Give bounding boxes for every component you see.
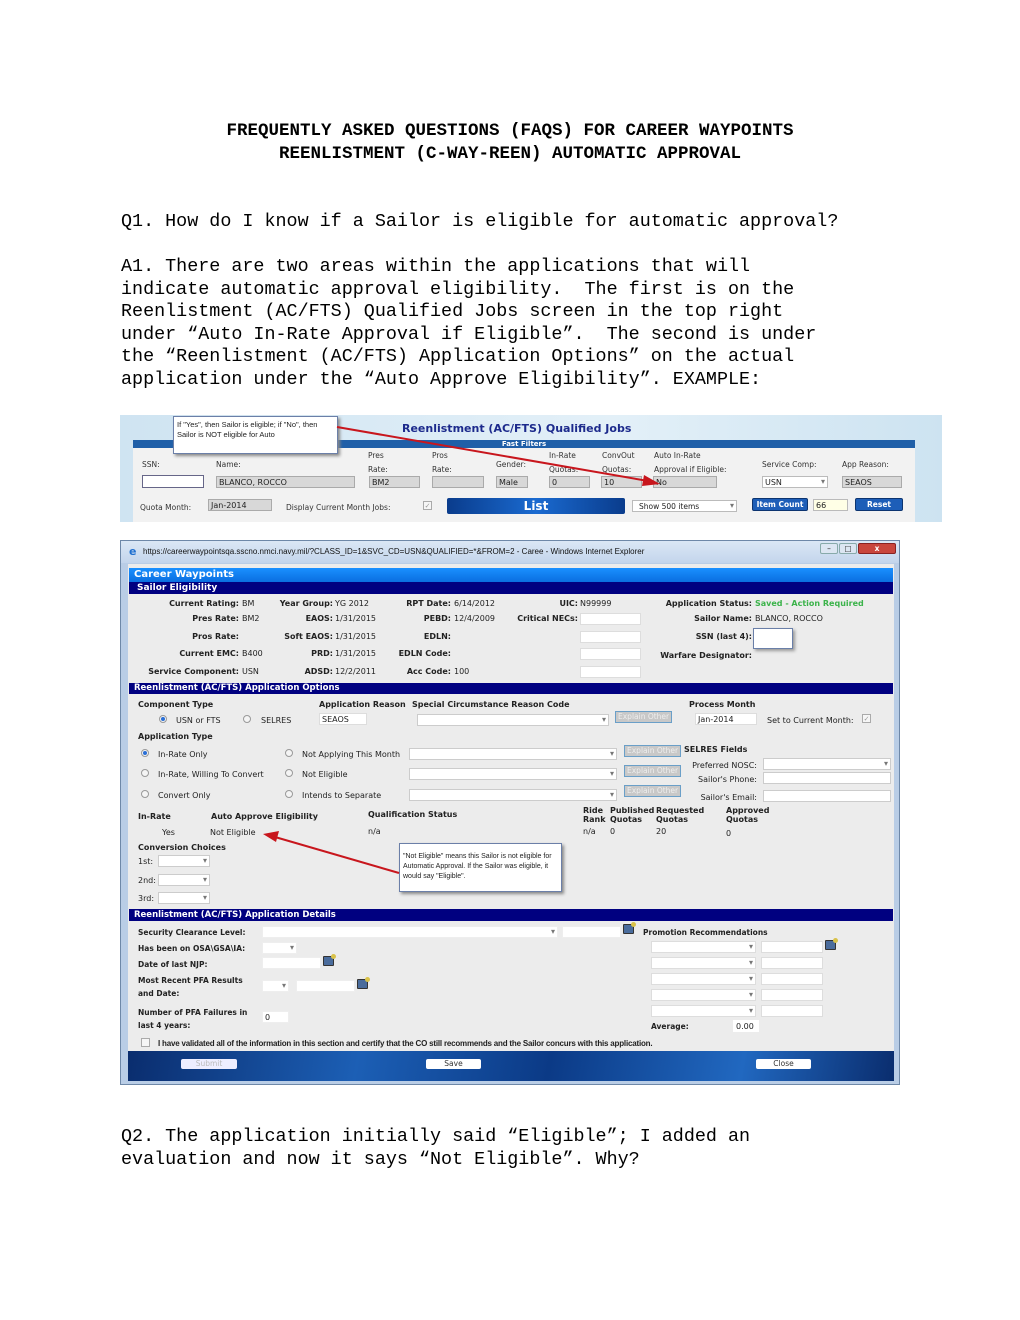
promotion-recommendations-label: Promotion Recommendations (643, 928, 768, 937)
application-details-header: Reenlistment (AC/FTS) Application Detail… (129, 909, 893, 921)
promotion-date-1[interactable] (761, 941, 823, 953)
pfa-failures-label2: last 4 years: (138, 1021, 191, 1030)
promotion-select-3[interactable] (651, 973, 756, 985)
pfa-failures-label: Number of PFA Failures in (138, 1008, 248, 1017)
pfa-results-label2: and Date: (138, 989, 180, 998)
average-value: 0.00 (733, 1020, 759, 1032)
promotion-date-3[interactable] (761, 973, 823, 985)
qualified-jobs-screenshot: Reenlistment (AC/FTS) Qualified Jobs Fas… (120, 415, 942, 522)
calendar-icon[interactable] (323, 954, 336, 966)
promotion-date-4[interactable] (761, 989, 823, 1001)
question-1: Q1. How do I know if a Sailor is eligibl… (121, 211, 839, 232)
pfa-date-input[interactable] (296, 980, 355, 992)
red-arrow-1 (336, 426, 660, 486)
security-clearance-select[interactable] (262, 926, 558, 938)
close-button[interactable]: Close (756, 1059, 811, 1069)
certify-checkbox[interactable] (141, 1038, 150, 1047)
promotion-date-2[interactable] (761, 957, 823, 969)
osa-label: Has been on OSA\GSA\IA: (138, 944, 246, 953)
calendar-icon[interactable] (825, 938, 838, 950)
red-arrow-2 (263, 831, 400, 874)
answer-1: A1. There are two areas within the appli… (121, 256, 817, 390)
submit-button[interactable]: Submit (181, 1059, 237, 1069)
doc-title-line2: REENLISTMENT (C-WAY-REEN) AUTOMATIC APPR… (278, 144, 742, 164)
promotion-select-2[interactable] (651, 957, 756, 969)
pfa-results-label: Most Recent PFA Results (138, 976, 243, 985)
promotion-select-4[interactable] (651, 989, 756, 1001)
njp-date-input[interactable] (262, 957, 321, 969)
security-clearance-label: Security Clearance Level: (138, 928, 246, 937)
calendar-icon[interactable] (357, 977, 370, 989)
doc-title-line1: FREQUENTLY ASKED QUESTIONS (FAQS) FOR CA… (226, 121, 794, 141)
application-window-screenshot: e https://careerwaypointsqa.sscno.nmci.n… (120, 540, 900, 1085)
question-2: Q2. The application initially said “Elig… (121, 1126, 751, 1170)
promotion-select-5[interactable] (651, 1005, 756, 1017)
promotion-select-1[interactable] (651, 941, 756, 953)
calendar-icon[interactable] (623, 922, 636, 934)
pfa-result-select[interactable] (262, 980, 289, 992)
njp-label: Date of last NJP: (138, 960, 208, 969)
security-date-input[interactable] (562, 926, 621, 938)
certify-text: I have validated all of the information … (158, 1039, 653, 1048)
promotion-date-5[interactable] (761, 1005, 823, 1017)
average-label: Average: (651, 1022, 689, 1031)
pfa-failures-input[interactable]: 0 (262, 1011, 289, 1023)
save-button[interactable]: Save (426, 1059, 481, 1069)
osa-select[interactable] (262, 942, 297, 954)
